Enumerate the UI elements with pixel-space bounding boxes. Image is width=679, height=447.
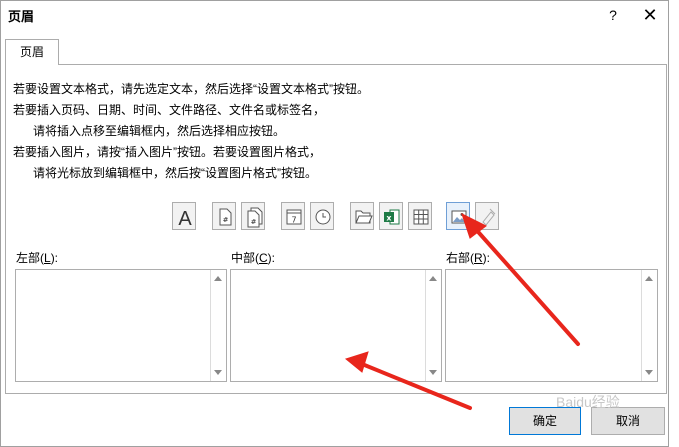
insert-sheet-name-button[interactable] [408,202,432,230]
insert-page-count-button[interactable]: # [241,202,265,230]
scroll-down-icon[interactable] [645,370,653,375]
instruction-line: 若要设置文本格式，请先选定文本，然后选择“设置文本格式”按钮。 [13,82,369,96]
instruction-line: 请将插入点移至编辑框内，然后选择相应按钮。 [33,124,286,138]
instruction-line: 请将光标放到编辑框中，然后按“设置图片格式”按钮。 [33,166,317,180]
vertical-scrollbar[interactable] [425,270,441,381]
center-section-label: 中部(C): [231,251,276,265]
svg-text:#: # [223,216,229,224]
svg-text:7: 7 [291,216,296,225]
insert-date-button[interactable]: 7 [281,202,305,230]
left-section-label: 左部(L): [16,251,59,265]
insert-page-number-button[interactable]: # [212,202,236,230]
help-button[interactable]: ? [603,5,623,25]
left-section-textbox[interactable] [15,269,227,382]
svg-text:x: x [386,214,392,223]
instruction-line: 若要插入图片，请按“插入图片”按钮。若要设置图片格式， [13,145,321,159]
center-section-textbox[interactable] [230,269,442,382]
svg-text:A: A [178,208,192,230]
svg-text:#: # [251,218,257,226]
right-section-label: 右部(R): [446,251,491,265]
scroll-up-icon[interactable] [214,276,222,281]
page-header-dialog: 页眉 ? ✕ 页眉 若要设置文本格式，请先选定文本，然后选择“设置文本格式”按钮… [0,0,669,447]
insert-time-button[interactable] [310,202,334,230]
scroll-up-icon[interactable] [645,276,653,281]
watermark: Baidu经验 [556,394,620,410]
insert-file-name-button[interactable]: x [379,202,403,230]
scroll-down-icon[interactable] [429,370,437,375]
close-button[interactable]: ✕ [637,4,663,26]
scroll-down-icon[interactable] [214,370,222,375]
scroll-up-icon[interactable] [429,276,437,281]
format-picture-button [475,202,499,230]
instruction-line: 若要插入页码、日期、时间、文件路径、文件名或标签名， [13,103,326,117]
right-section-textbox[interactable] [445,269,658,382]
tab-header[interactable]: 页眉 [5,39,59,65]
insert-picture-button[interactable] [446,202,470,230]
title-bar: 页眉 ? ✕ [1,1,670,29]
insert-file-path-button[interactable] [350,202,374,230]
format-text-button[interactable]: A [172,202,196,230]
dialog-title: 页眉 [8,9,35,24]
vertical-scrollbar[interactable] [210,270,226,381]
vertical-scrollbar[interactable] [641,270,657,381]
